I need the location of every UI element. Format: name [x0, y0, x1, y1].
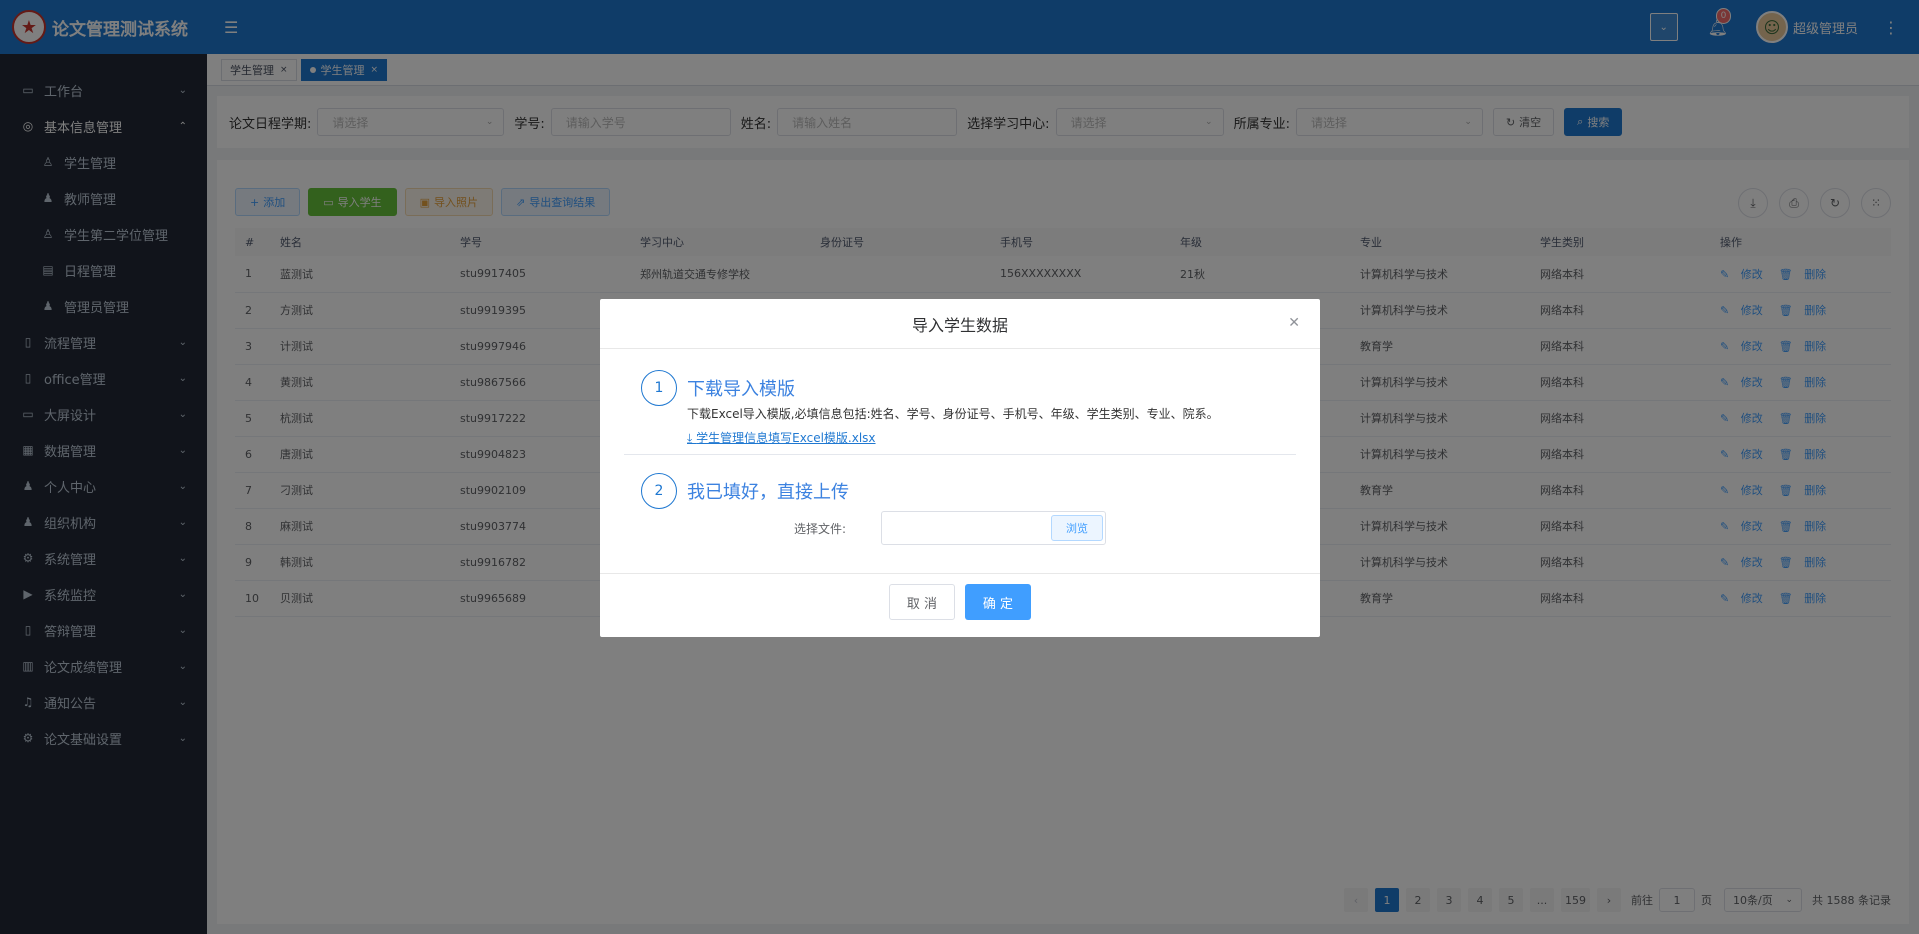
file-input[interactable]: 浏览 — [881, 511, 1106, 545]
download-icon: ⤓ — [687, 431, 697, 445]
confirm-button[interactable]: 确 定 — [965, 584, 1031, 620]
dialog-footer: 取 消 确 定 — [600, 573, 1320, 637]
browse-button[interactable]: 浏览 — [1051, 515, 1103, 541]
close-icon[interactable]: ✕ — [1288, 315, 1300, 331]
step-number: 1 — [641, 370, 677, 406]
step-1: 1 下载导入模版 — [641, 370, 795, 406]
file-label: 选择文件: — [794, 522, 847, 536]
dialog-title: 导入学生数据 — [911, 315, 1008, 335]
step-2: 2 我已填好，直接上传 — [641, 473, 849, 509]
step-title: 我已填好，直接上传 — [687, 482, 849, 503]
step-title: 下载导入模版 — [687, 379, 795, 400]
step-1-description: 下载Excel导入模版,必填信息包括:姓名、学号、身份证号、手机号、年级、学生类… — [687, 407, 1219, 421]
cancel-button[interactable]: 取 消 — [889, 584, 955, 620]
template-link-label: 学生管理信息填写Excel模版.xlsx — [696, 431, 876, 445]
template-download-link[interactable]: ⤓ 学生管理信息填写Excel模版.xlsx — [687, 429, 876, 446]
import-students-dialog: 导入学生数据 ✕ 1 下载导入模版 下载Excel导入模版,必填信息包括:姓名、… — [600, 299, 1320, 637]
dialog-header: 导入学生数据 ✕ — [600, 299, 1320, 349]
step-number: 2 — [641, 473, 677, 509]
divider — [624, 454, 1296, 455]
